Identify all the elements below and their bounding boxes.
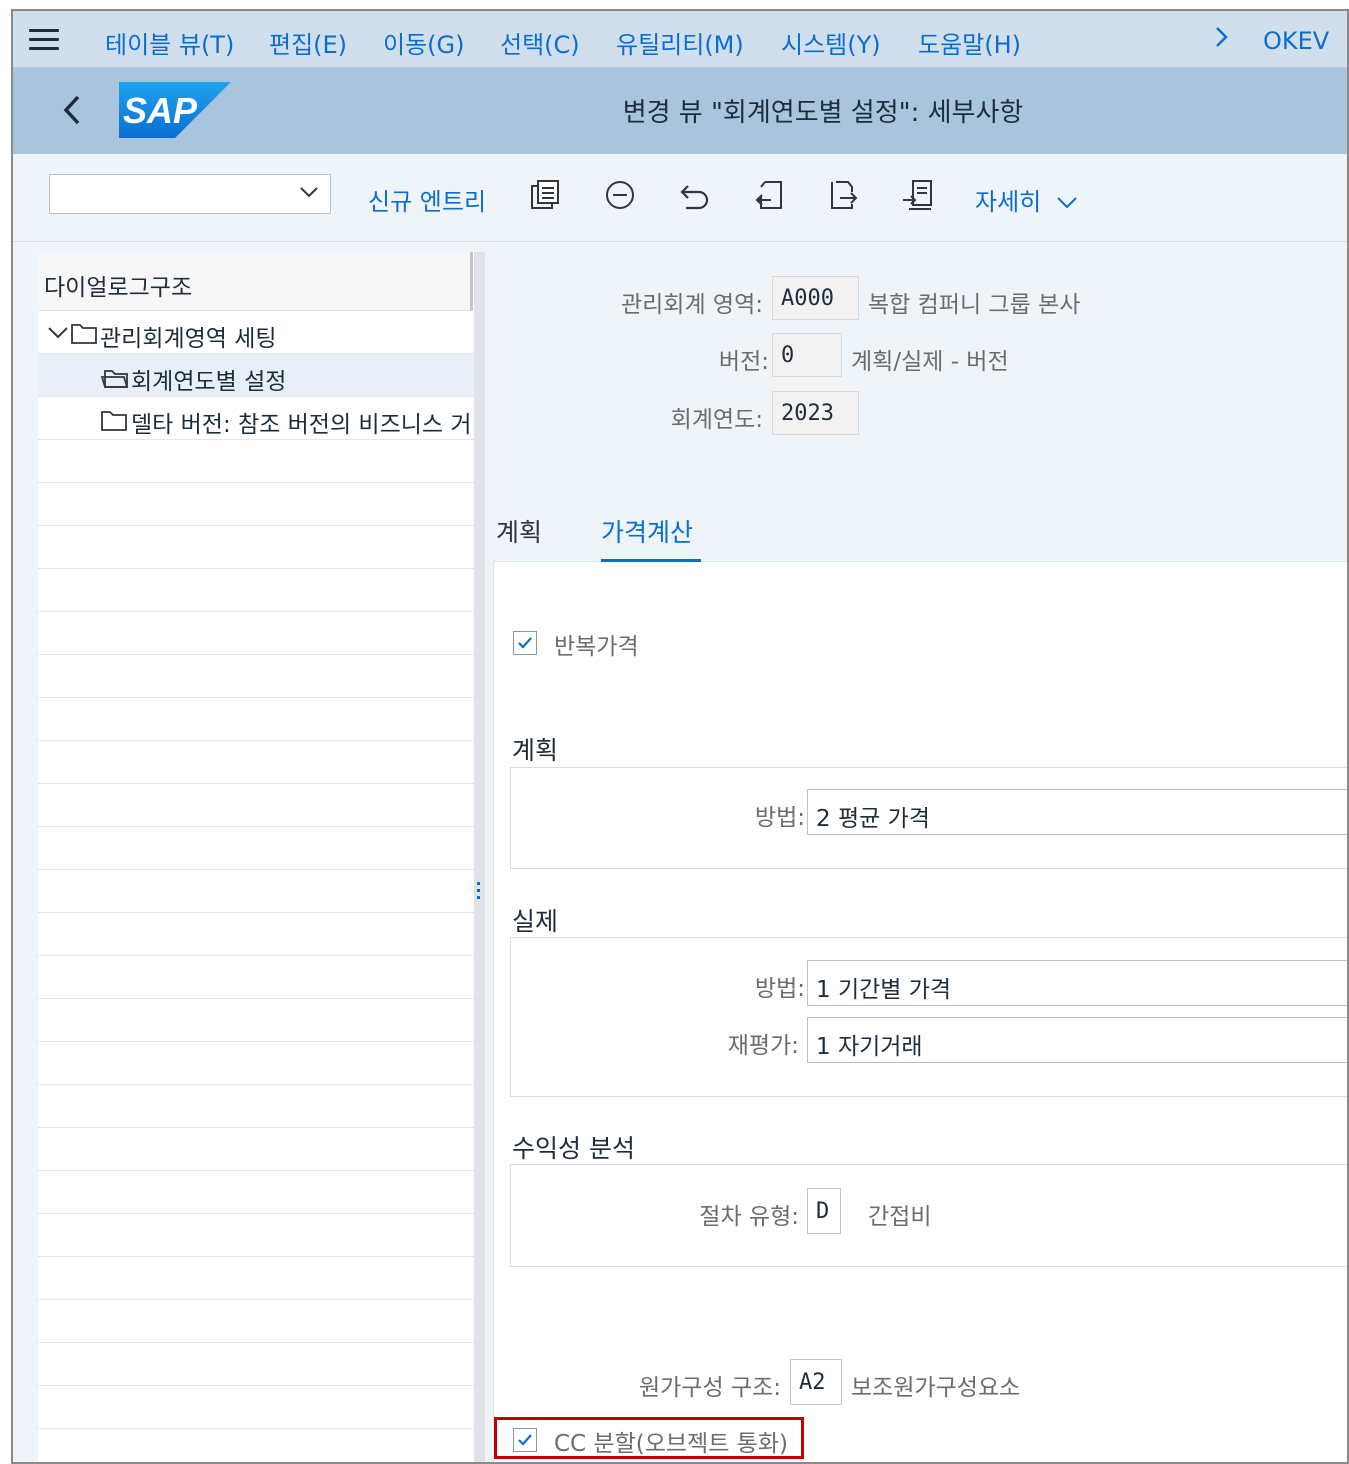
tree-empty-row: [38, 784, 474, 827]
tree-empty-row: [38, 1214, 474, 1257]
tree-empty-row: [38, 483, 474, 526]
plan-method-dropdown[interactable]: 2 평균 가격: [807, 789, 1347, 835]
previous-entry-icon[interactable]: [753, 178, 787, 212]
new-entries-button[interactable]: 신규 엔트리: [368, 182, 486, 217]
plan-method-label: 방법:: [754, 805, 805, 831]
controlling-area-desc: 복합 컴퍼니 그룹 본사: [868, 292, 1081, 318]
folder-icon: [71, 324, 97, 344]
tree-empty-row: [38, 1429, 474, 1462]
menu-system[interactable]: 시스템(Y): [781, 25, 881, 60]
recurring-price-label: 반복가격: [554, 634, 639, 660]
tree-empty-row: [38, 526, 474, 569]
tree-empty-row: [38, 999, 474, 1042]
actual-method-label: 방법:: [754, 976, 805, 1002]
tree-empty-row: [38, 870, 474, 913]
actual-section-title: 실제: [512, 907, 559, 936]
version-field[interactable]: 0: [772, 333, 842, 377]
procedure-type-desc: 간접비: [868, 1204, 932, 1230]
tab-price-calculation[interactable]: 가격계산: [601, 513, 693, 549]
tree-header-label: 다이얼로그구조: [44, 275, 193, 301]
tree-empty-row: [38, 913, 474, 956]
dialog-structure-tree: 다이얼로그구조 관리회계영역 세팅 회계연도별 설정 델타 버전: 참조 버전의…: [38, 252, 474, 1462]
highlight-box: [494, 1417, 804, 1459]
menu-utilities[interactable]: 유틸리티(M): [616, 25, 744, 60]
svg-text:SAP: SAP: [123, 90, 198, 131]
delete-icon[interactable]: [603, 178, 637, 212]
recurring-price-checkbox[interactable]: [513, 631, 537, 655]
procedure-type-field[interactable]: D: [807, 1188, 841, 1234]
tree-empty-row: [38, 1128, 474, 1171]
more-label: 자세히: [975, 188, 1042, 216]
hamburger-menu-icon[interactable]: [29, 29, 59, 51]
folder-open-icon: [100, 370, 129, 388]
tree-empty-row: [38, 1085, 474, 1128]
splitter-handle-icon[interactable]: [477, 882, 481, 903]
sap-logo: SAP: [119, 82, 231, 138]
back-icon[interactable]: [59, 92, 85, 128]
more-button[interactable]: 자세히: [975, 182, 1079, 217]
version-label: 버전:: [718, 349, 769, 375]
tree-empty-row: [38, 569, 474, 612]
revaluation-dropdown[interactable]: 1 자기거래: [807, 1017, 1347, 1063]
page-title: 변경 뷰 "회계연도별 설정": 세부사항: [622, 98, 1024, 128]
tree-empty-row: [38, 655, 474, 698]
undo-icon[interactable]: [678, 178, 712, 212]
actual-method-dropdown[interactable]: 1 기간별 가격: [807, 960, 1347, 1006]
tree-empty-row: [38, 612, 474, 655]
cost-component-label: 원가구성 구조:: [638, 1375, 781, 1401]
sap-window: 테이블 뷰(T) 편집(E) 이동(G) 선택(C) 유틸리티(M) 시스템(Y…: [11, 9, 1349, 1464]
tree-empty-row: [38, 440, 474, 483]
chevron-right-icon[interactable]: [1213, 23, 1231, 58]
tree-item-label: 관리회계영역 세팅: [100, 326, 277, 352]
import-list-icon[interactable]: [901, 178, 935, 212]
tree-empty-row: [38, 1300, 474, 1343]
title-bar: SAP 변경 뷰 "회계연도별 설정": 세부사항: [13, 68, 1347, 154]
system-id: OKEV: [1263, 27, 1330, 55]
menu-goto[interactable]: 이동(G): [383, 25, 464, 60]
plan-section-title: 계획: [512, 736, 559, 765]
cost-component-field[interactable]: A2: [790, 1359, 842, 1405]
cost-component-desc: 보조원가구성요소: [851, 1375, 1021, 1401]
tree-empty-row: [38, 1386, 474, 1429]
tab-planning[interactable]: 계획: [496, 513, 542, 549]
fiscal-year-field[interactable]: 2023: [772, 391, 859, 435]
tree-empty-row: [38, 741, 474, 784]
tab-strip: 계획 가격계산: [493, 501, 1347, 563]
copy-as-icon[interactable]: [528, 178, 562, 212]
version-desc: 계획/실제 - 버전: [851, 349, 1009, 375]
controlling-area-field[interactable]: A000: [772, 276, 859, 320]
fiscal-year-label: 회계연도:: [670, 407, 763, 433]
menu-edit[interactable]: 편집(E): [269, 25, 347, 60]
toolbar: 신규 엔트리 자세히: [13, 154, 1347, 242]
controlling-area-label: 관리회계 영역:: [620, 292, 763, 318]
chevron-down-icon[interactable]: [46, 323, 70, 343]
tree-empty-row: [38, 956, 474, 999]
next-entry-icon[interactable]: [826, 178, 860, 212]
tree-empty-row: [38, 1042, 474, 1085]
panel-splitter[interactable]: [474, 252, 485, 1462]
tree-empty-row: [38, 1171, 474, 1214]
chevron-down-icon[interactable]: [298, 181, 320, 207]
tree-item-delta-version[interactable]: 델타 버전: 참조 버전의 비즈니스 거: [38, 397, 474, 440]
menu-table-view[interactable]: 테이블 뷰(T): [105, 25, 234, 60]
menu-help[interactable]: 도움말(H): [918, 25, 1021, 60]
tree-header: 다이얼로그구조: [38, 252, 473, 311]
tree-item-label: 회계연도별 설정: [131, 369, 287, 395]
folder-icon: [101, 411, 127, 431]
menu-selection[interactable]: 선택(C): [500, 25, 580, 60]
procedure-type-label: 절차 유형:: [699, 1204, 799, 1230]
checkmark-icon: [518, 637, 532, 649]
tree-item-fiscal-year-settings[interactable]: 회계연도별 설정: [38, 354, 474, 397]
tree-empty-row: [38, 827, 474, 870]
tree-empty-row: [38, 1257, 474, 1300]
tree-item-label: 델타 버전: 참조 버전의 비즈니스 거: [131, 412, 472, 438]
tree-empty-row: [38, 1343, 474, 1386]
revaluation-label: 재평가:: [727, 1033, 799, 1059]
menu-bar: 테이블 뷰(T) 편집(E) 이동(G) 선택(C) 유틸리티(M) 시스템(Y…: [13, 11, 1347, 68]
tree-empty-row: [38, 698, 474, 741]
tree-item-controlling-area[interactable]: 관리회계영역 세팅: [38, 311, 474, 354]
profitability-section-title: 수익성 분석: [512, 1134, 635, 1163]
chevron-down-icon: [1057, 197, 1077, 209]
command-field[interactable]: [49, 174, 331, 214]
